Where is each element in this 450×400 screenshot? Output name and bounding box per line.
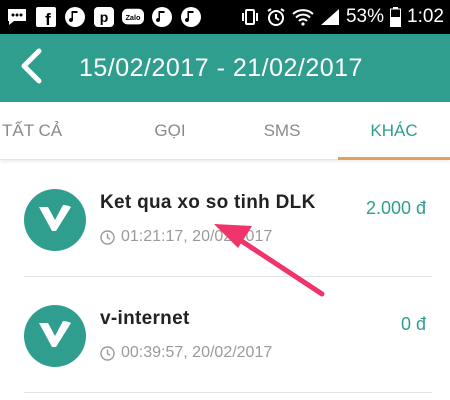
chat-bubble-icon: [6, 6, 28, 28]
item-amount: 0 đ: [400, 314, 426, 334]
page-title: 15/02/2017 - 21/02/2017: [79, 53, 363, 82]
status-bar: f p Zalo 53% 1:02: [0, 0, 450, 34]
signal-icon: [320, 8, 340, 26]
battery-icon: [390, 7, 402, 27]
facebook-icon: f: [35, 6, 57, 28]
music-note-icon: [180, 6, 202, 28]
tab-calls[interactable]: GỌI: [114, 102, 226, 159]
v-logo-icon: [37, 319, 73, 354]
notification-icons: f p Zalo: [6, 6, 202, 28]
music-note-icon: [64, 6, 86, 28]
system-indicators: 53% 1:02: [240, 6, 444, 28]
v-logo-icon: [37, 203, 73, 238]
tab-sms[interactable]: SMS: [226, 102, 338, 159]
p-app-letter: p: [100, 9, 109, 25]
tab-other[interactable]: KHÁC: [338, 102, 450, 160]
item-amount: 2.000 đ: [365, 198, 426, 218]
item-meta: 01:21:17, 20/02/2017: [100, 228, 272, 246]
screen: f p Zalo 53% 1:02 15/02/2017 - 21/02/201…: [0, 0, 450, 400]
vibrate-icon: [240, 7, 260, 27]
zalo-icon: Zalo: [122, 6, 144, 28]
alarm-clock-icon: [266, 7, 286, 27]
avatar: [24, 189, 86, 251]
list-item[interactable]: Ket qua xo so tinh DLK 2.000 đ 01:21:17,…: [24, 161, 432, 277]
item-time: 01:21:17, 20/02/2017: [121, 228, 273, 245]
avatar: [24, 305, 86, 367]
app-bar: 15/02/2017 - 21/02/2017: [0, 34, 450, 102]
wifi-icon: [292, 8, 314, 26]
item-title: Ket qua xo so tinh DLK: [100, 192, 316, 213]
zalo-label: Zalo: [125, 13, 141, 22]
transaction-list: Ket qua xo so tinh DLK 2.000 đ 01:21:17,…: [0, 161, 450, 393]
list-item[interactable]: v-internet 0 đ 00:39:57, 20/02/2017: [24, 277, 432, 393]
tab-all[interactable]: TẤT CẢ: [0, 102, 114, 159]
music-note-icon: [151, 6, 173, 28]
clock-time: 1:02: [407, 6, 444, 27]
item-time: 00:39:57, 20/02/2017: [121, 344, 273, 361]
tab-bar: TẤT CẢ GỌI SMS KHÁC: [0, 102, 450, 160]
clock-icon: [100, 345, 115, 361]
back-button[interactable]: [0, 34, 62, 102]
facebook-letter: f: [45, 10, 51, 27]
item-title: v-internet: [100, 308, 190, 329]
battery-percent: 53%: [345, 6, 385, 27]
p-app-icon: p: [93, 6, 115, 28]
chevron-left-icon: [19, 48, 43, 89]
clock-icon: [100, 229, 115, 245]
item-meta: 00:39:57, 20/02/2017: [100, 344, 272, 362]
